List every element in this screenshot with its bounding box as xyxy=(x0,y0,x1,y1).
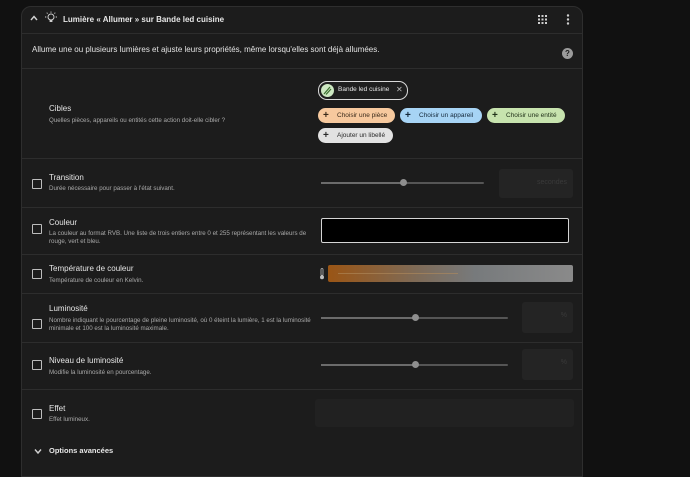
plus-icon: + xyxy=(492,110,498,121)
divider xyxy=(22,68,582,69)
advanced-options-toggle[interactable]: Options avancées xyxy=(49,446,113,455)
chevron-down-icon[interactable] xyxy=(34,447,42,455)
color-temp-slider[interactable] xyxy=(328,265,573,282)
choose-area-button[interactable]: + Choisir une pièce xyxy=(318,108,395,123)
color-temp-label: Température de couleur xyxy=(49,264,134,273)
drag-grid-icon[interactable] xyxy=(538,15,547,24)
color-sublabel: La couleur au format RVB. Une liste de t… xyxy=(49,230,307,245)
divider xyxy=(22,33,582,34)
more-vertical-icon[interactable] xyxy=(566,14,570,25)
action-card: Lumière « Allumer » sur Bande led cuisin… xyxy=(21,6,583,477)
slider-thumb[interactable] xyxy=(411,314,419,321)
chevron-up-icon[interactable] xyxy=(30,14,38,22)
slider-fill xyxy=(321,317,415,319)
lightbulb-icon xyxy=(45,11,57,22)
thermometer-icon xyxy=(320,268,324,280)
slider-thumb[interactable] xyxy=(399,179,407,186)
divider xyxy=(22,389,582,390)
card-header[interactable]: Lumière « Allumer » sur Bande led cuisin… xyxy=(22,7,582,33)
remove-chip-icon[interactable]: ✕ xyxy=(396,85,403,94)
add-label-button[interactable]: + Ajouter un libellé xyxy=(318,128,393,143)
help-icon[interactable]: ? xyxy=(562,48,573,59)
plus-icon: + xyxy=(323,130,329,141)
color-label: Couleur xyxy=(49,218,78,227)
slider-track xyxy=(338,273,458,274)
color-checkbox[interactable] xyxy=(32,224,42,234)
brightness-pct-checkbox[interactable] xyxy=(32,360,42,370)
effect-select[interactable] xyxy=(315,399,574,427)
brightness-pct-sublabel: Modifie la luminosité en pourcentage. xyxy=(49,369,152,376)
targets-sublabel: Quelles pièces, appareils ou entités cet… xyxy=(49,117,226,124)
light-strip-icon xyxy=(321,84,334,97)
color-temp-sublabel: Température de couleur en Kelvin. xyxy=(49,277,144,284)
card-title: Lumière « Allumer » sur Bande led cuisin… xyxy=(63,15,225,24)
color-temp-checkbox[interactable] xyxy=(32,269,42,279)
brightness-checkbox[interactable] xyxy=(32,319,42,329)
divider xyxy=(22,342,582,343)
brightness-pct-label: Niveau de luminosité xyxy=(49,356,124,365)
transition-checkbox[interactable] xyxy=(32,179,42,189)
target-chip-label: Bande led cuisine xyxy=(338,86,390,93)
brightness-number-input[interactable]: % xyxy=(522,302,573,333)
effect-label: Effet xyxy=(49,404,66,413)
transition-slider[interactable] xyxy=(321,179,484,186)
brightness-label: Luminosité xyxy=(49,304,88,313)
targets-label: Cibles xyxy=(49,104,72,113)
color-picker[interactable] xyxy=(321,218,569,243)
transition-number-input[interactable]: secondes xyxy=(499,169,573,198)
slider-thumb[interactable] xyxy=(411,361,419,368)
divider xyxy=(22,158,582,159)
plus-icon: + xyxy=(323,110,329,121)
brightness-slider[interactable] xyxy=(321,314,508,321)
target-chip-bande-led[interactable]: Bande led cuisine ✕ xyxy=(318,81,408,100)
effect-checkbox[interactable] xyxy=(32,409,42,419)
divider xyxy=(22,207,582,208)
brightness-sublabel: Nombre indiquant le pourcentage de plein… xyxy=(49,317,311,332)
slider-fill xyxy=(321,182,403,184)
effect-sublabel: Effet lumineux. xyxy=(49,416,90,423)
divider xyxy=(22,254,582,255)
brightness-pct-slider[interactable] xyxy=(321,361,508,368)
choose-device-button[interactable]: + Choisir un appareil xyxy=(400,108,482,123)
plus-icon: + xyxy=(405,110,411,121)
action-description: Allume une ou plusieurs lumières et ajus… xyxy=(32,45,380,54)
transition-sublabel: Durée nécessaire pour passer à l'état su… xyxy=(49,185,175,192)
transition-label: Transition xyxy=(49,173,84,182)
brightness-pct-number-input[interactable]: % xyxy=(522,349,573,380)
choose-entity-button[interactable]: + Choisir une entité xyxy=(487,108,565,123)
slider-fill xyxy=(321,364,415,366)
divider xyxy=(22,293,582,294)
